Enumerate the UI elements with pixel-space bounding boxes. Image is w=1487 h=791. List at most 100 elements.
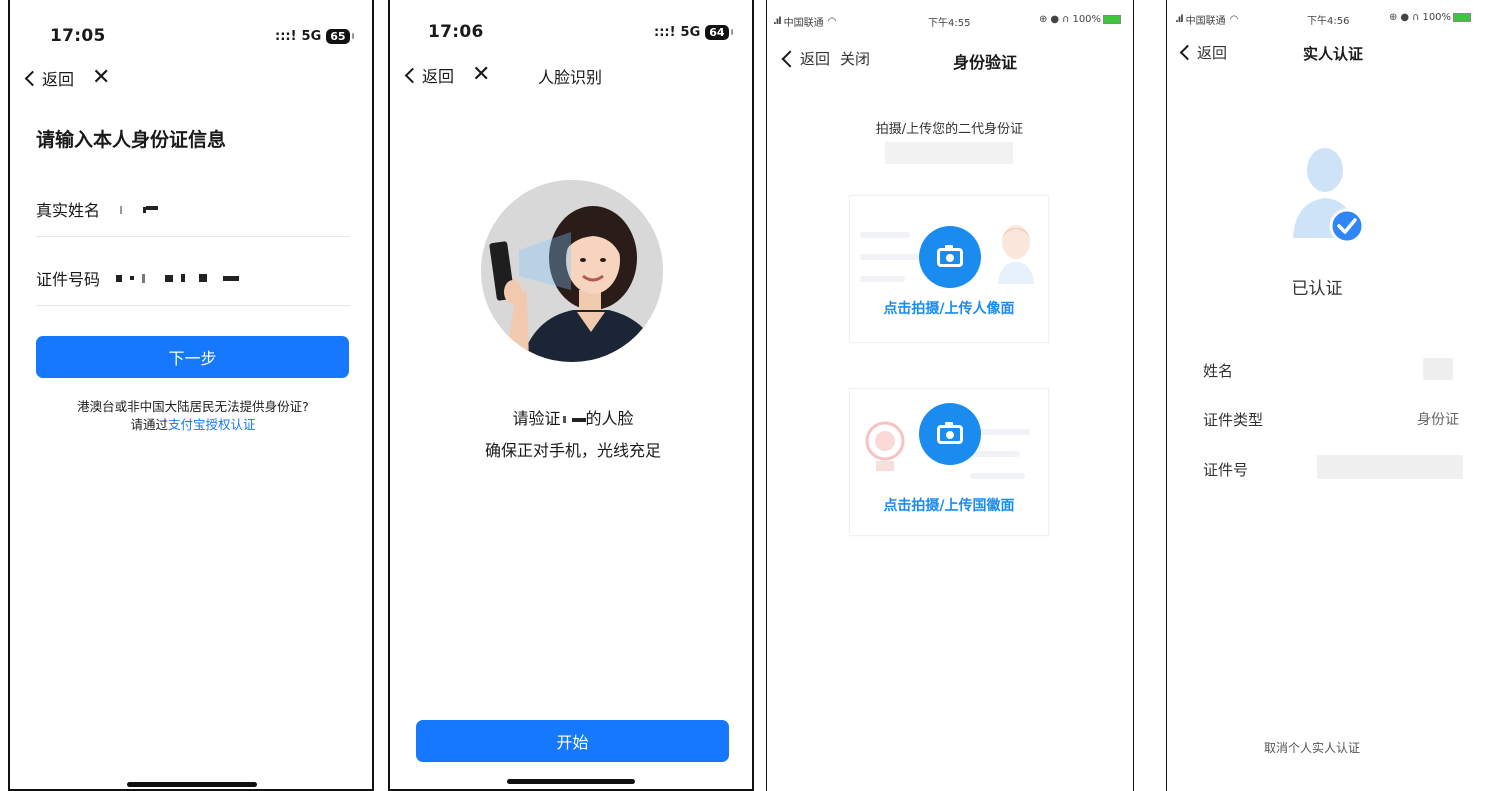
face-recognition-screen: 17:06 :::! 5G 64 返回 ✕ 人脸识别 请验证 的人脸 确保正对手…: [388, 0, 754, 791]
status-network: :::! 5G 65: [275, 29, 354, 44]
redacted-name-value: [1423, 358, 1453, 380]
id-type-value: 身份证: [1417, 412, 1459, 428]
id-number-field[interactable]: 证件号码: [36, 266, 346, 290]
status-time: 下午4:55: [928, 18, 971, 29]
carrier-name: 中国联通: [783, 18, 824, 29]
name-field[interactable]: 真实姓名: [36, 197, 346, 221]
alarm-icon: ⊕: [1039, 14, 1048, 25]
home-indicator: [127, 782, 257, 787]
card-placeholder-line: [970, 473, 1025, 479]
status-right: ⊕ ● ∩ 100%: [1039, 14, 1122, 25]
lock-icon: ●: [1400, 12, 1410, 23]
battery-icon: 64: [705, 25, 733, 40]
card-placeholder-line: [860, 276, 905, 282]
verified-user-icon: [1293, 148, 1365, 244]
network-type: 5G: [301, 29, 322, 44]
chevron-left-icon: [1179, 44, 1196, 61]
status-time: 17:05: [50, 26, 106, 46]
verify-face-prompt: 请验证 的人脸: [390, 405, 752, 429]
wifi-icon: ◠: [827, 16, 837, 27]
emblem-upload-caption: 点击拍摄/上传国徽面: [883, 498, 1015, 514]
portrait-placeholder-icon: [998, 225, 1034, 284]
status-right: ⊕ ● ∩ 100%: [1389, 12, 1472, 23]
headphone-icon: ∩: [1412, 12, 1420, 23]
alarm-icon: ⊕: [1389, 12, 1398, 23]
portrait-side-upload[interactable]: 点击拍摄/上传人像面: [849, 195, 1049, 343]
back-button[interactable]: 返回: [404, 63, 454, 87]
status-left: .ıl 中国联通 ◠: [1175, 12, 1238, 27]
verified-screen: .ıl 中国联通 ◠ 下午4:56 ⊕ ● ∩ 100% 返回 实人认证 已认证…: [1166, 0, 1487, 791]
face-illustration: [481, 180, 663, 362]
cancel-verification-link[interactable]: 取消个人实人认证: [1167, 739, 1457, 756]
id-value-redacted: [116, 273, 240, 283]
camera-icon: [919, 403, 981, 465]
note-line-2: 请通过支付宝授权认证: [10, 416, 372, 434]
prompt-suffix: 的人脸: [585, 409, 634, 428]
camera-icon: [919, 226, 981, 288]
page-title: 请输入本人身份证信息: [36, 129, 227, 151]
redacted-name: [562, 416, 566, 423]
page-title: 身份验证: [953, 53, 1018, 72]
non-mainland-note: 港澳台或非中国大陆居民无法提供身份证? 请通过支付宝授权认证: [10, 398, 372, 434]
redacted-id-number: [1317, 455, 1463, 479]
back-label: 返回: [422, 67, 455, 86]
signal-icon: .ıl: [773, 16, 782, 27]
card-placeholder-line: [860, 232, 910, 238]
back-label: 返回: [42, 70, 75, 89]
id-type-label: 证件类型: [1203, 411, 1264, 429]
start-button[interactable]: 开始: [416, 720, 729, 762]
alipay-auth-link[interactable]: 支付宝授权认证: [168, 417, 256, 432]
page-title: 人脸识别: [538, 68, 603, 87]
battery-percent: 100%: [1072, 14, 1102, 25]
note-line: 港澳台或非中国大陆居民无法提供身份证?: [77, 399, 309, 414]
upload-instruction: 拍摄/上传您的二代身份证: [875, 122, 1024, 137]
network-type: 5G: [680, 25, 701, 40]
chevron-left-icon: [404, 67, 421, 83]
battery-icon: 65: [326, 29, 354, 44]
next-button[interactable]: 下一步: [36, 336, 349, 378]
close-icon[interactable]: ✕: [472, 64, 490, 86]
status-network: :::! 5G 64: [654, 25, 733, 40]
status-time: 17:06: [428, 22, 484, 42]
nav-bar: 返回 ✕: [24, 66, 110, 90]
national-emblem-icon: [865, 421, 905, 471]
close-button[interactable]: 关闭: [840, 48, 870, 69]
page-title: 实人认证: [1303, 45, 1364, 63]
portrait-upload-caption: 点击拍摄/上传人像面: [883, 301, 1015, 317]
close-icon[interactable]: ✕: [92, 67, 110, 89]
back-label: 返回: [800, 50, 831, 68]
emblem-side-upload[interactable]: 点击拍摄/上传国徽面: [849, 388, 1049, 536]
back-button[interactable]: 返回: [1179, 42, 1227, 63]
divider: [36, 305, 350, 306]
back-button[interactable]: 返回: [781, 48, 830, 69]
carrier-name: 中国联通: [1185, 16, 1226, 27]
nav-bar: 返回 ✕: [404, 63, 490, 87]
id-field-label: 证件号码: [36, 270, 101, 289]
home-indicator: [507, 779, 635, 784]
card-placeholder-line: [860, 254, 920, 260]
chevron-left-icon: [24, 70, 41, 86]
battery-icon: [1453, 13, 1472, 22]
wifi-icon: ◠: [1229, 14, 1239, 25]
name-value-redacted: [120, 200, 159, 219]
divider: [36, 236, 350, 237]
lighting-hint: 确保正对手机，光线充足: [484, 441, 661, 460]
battery-icon: [1103, 15, 1122, 24]
verified-status: 已认证: [1291, 279, 1343, 299]
signal-icon: :::!: [275, 29, 297, 44]
name-label: 姓名: [1203, 362, 1234, 380]
redacted-name: [571, 417, 586, 422]
lock-icon: ●: [1050, 14, 1060, 25]
battery-percent: 100%: [1422, 12, 1452, 23]
headphone-icon: ∩: [1062, 14, 1070, 25]
redacted-subtext: [885, 142, 1013, 164]
status-left: .ıl 中国联通 ◠: [773, 14, 836, 29]
back-label: 返回: [1197, 44, 1228, 62]
nav-bar: 返回 关闭: [781, 48, 870, 69]
id-info-screen: 17:05 :::! 5G 65 返回 ✕ 请输入本人身份证信息 真实姓名 证件…: [8, 0, 374, 791]
id-number-label: 证件号: [1203, 461, 1249, 479]
signal-icon: .ıl: [1175, 14, 1184, 25]
chevron-left-icon: [781, 50, 799, 67]
back-button[interactable]: 返回: [24, 66, 74, 90]
prompt-prefix: 请验证: [512, 409, 561, 428]
